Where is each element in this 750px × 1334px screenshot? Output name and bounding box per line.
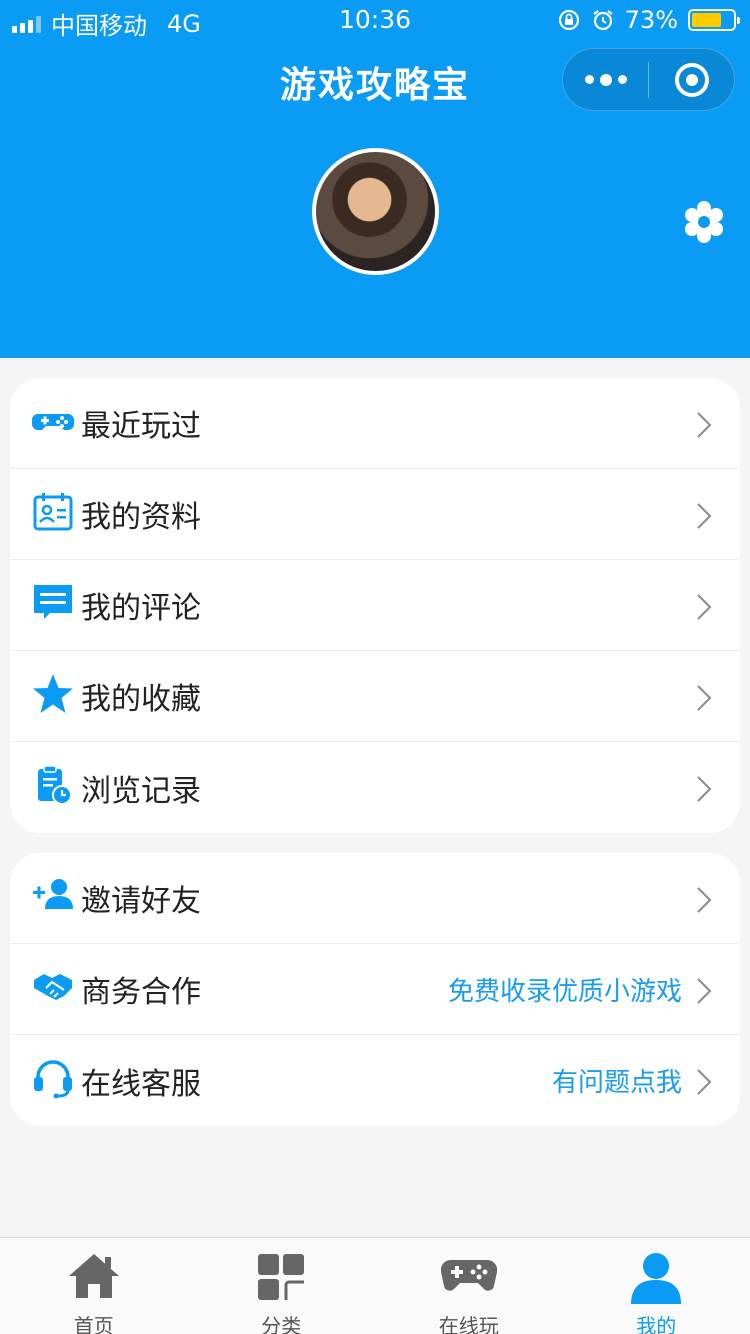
gamepad-icon xyxy=(440,1259,497,1291)
menu-item-browse-history[interactable]: 浏览记录 xyxy=(10,742,740,833)
more-button[interactable] xyxy=(563,73,648,86)
battery-level xyxy=(692,13,722,27)
menu-item-my-comments[interactable]: 我的评论 xyxy=(10,560,740,651)
chevron-right-icon xyxy=(697,978,712,1004)
tab-play-online[interactable]: 在线玩 xyxy=(375,1238,563,1334)
menu-item-online-service[interactable]: 在线客服 有问题点我 xyxy=(10,1035,740,1126)
close-button[interactable] xyxy=(649,62,734,97)
menu-card-2: 邀请好友 商务合作 免费收录优质小游戏 在线客服 有问题点我 xyxy=(10,853,740,1126)
history-icon xyxy=(38,765,72,805)
menu-item-label: 我的收藏 xyxy=(81,682,201,717)
menu-item-recent-played[interactable]: 最近玩过 xyxy=(10,378,740,469)
menu-item-label: 我的评论 xyxy=(81,591,201,626)
menu-item-hint: 有问题点我 xyxy=(551,1068,682,1098)
star-icon xyxy=(33,674,73,713)
chevron-right-icon xyxy=(697,685,712,711)
chevron-right-icon xyxy=(697,594,712,620)
menu-item-label: 商务合作 xyxy=(81,975,201,1010)
chevron-right-icon xyxy=(697,412,712,438)
menu-item-label: 浏览记录 xyxy=(81,773,201,809)
chevron-right-icon xyxy=(697,776,712,802)
menu-item-my-favorites[interactable]: 我的收藏 xyxy=(10,651,740,742)
add-friend-icon xyxy=(33,879,73,909)
battery-percent: 73% xyxy=(624,6,678,34)
menu-item-hint: 免费收录优质小游戏 xyxy=(447,976,682,1007)
tab-label: 我的 xyxy=(636,1314,677,1334)
more-dot-icon xyxy=(617,75,627,84)
more-dot-icon xyxy=(599,73,612,86)
handshake-icon xyxy=(34,974,72,1000)
chevron-right-icon xyxy=(697,503,712,529)
tab-mine[interactable]: 我的 xyxy=(563,1238,750,1334)
menu-card-1: 最近玩过 我的资料 我的评论 我的收藏 浏览记录 xyxy=(10,378,740,833)
tab-category[interactable]: 分类 xyxy=(188,1238,376,1334)
menu-item-invite-friends[interactable]: 邀请好友 xyxy=(10,853,740,944)
gamepad-icon xyxy=(32,414,74,430)
avatar[interactable] xyxy=(312,148,439,275)
menu-item-label: 邀请好友 xyxy=(81,884,201,919)
menu-item-label: 我的资料 xyxy=(81,500,201,535)
menu-item-my-profile[interactable]: 我的资料 xyxy=(10,469,740,560)
mini-program-capsule xyxy=(562,48,735,111)
chevron-right-icon xyxy=(697,887,712,913)
menu-item-business-cooperation[interactable]: 商务合作 免费收录优质小游戏 xyxy=(10,944,740,1035)
comment-icon xyxy=(34,585,72,619)
home-icon xyxy=(68,1254,119,1298)
tab-label: 首页 xyxy=(73,1314,114,1334)
tab-home[interactable]: 首页 xyxy=(0,1238,188,1334)
profile-header: 中国移动 4G 10:36 73% 游戏攻略宝 xyxy=(0,0,750,358)
tab-label: 在线玩 xyxy=(438,1314,499,1334)
target-icon xyxy=(674,62,709,97)
tab-bar: 首页 分类 在线玩 我的 xyxy=(0,1237,750,1334)
more-dot-icon xyxy=(584,75,594,84)
tab-label: 分类 xyxy=(261,1314,302,1334)
battery-icon xyxy=(688,9,740,31)
menu-item-label: 在线客服 xyxy=(81,1066,201,1102)
status-bar: 中国移动 4G 10:36 73% xyxy=(0,0,750,40)
profile-card-icon xyxy=(33,493,73,531)
user-icon xyxy=(631,1253,682,1304)
gear-icon[interactable] xyxy=(682,200,726,244)
rotation-lock-icon xyxy=(558,9,579,31)
category-icon xyxy=(258,1254,305,1300)
menu-item-label: 最近玩过 xyxy=(81,409,201,444)
alarm-icon xyxy=(592,10,613,31)
headset-icon xyxy=(34,1060,72,1099)
chevron-right-icon xyxy=(697,1069,712,1095)
status-right: 73% xyxy=(557,6,740,34)
